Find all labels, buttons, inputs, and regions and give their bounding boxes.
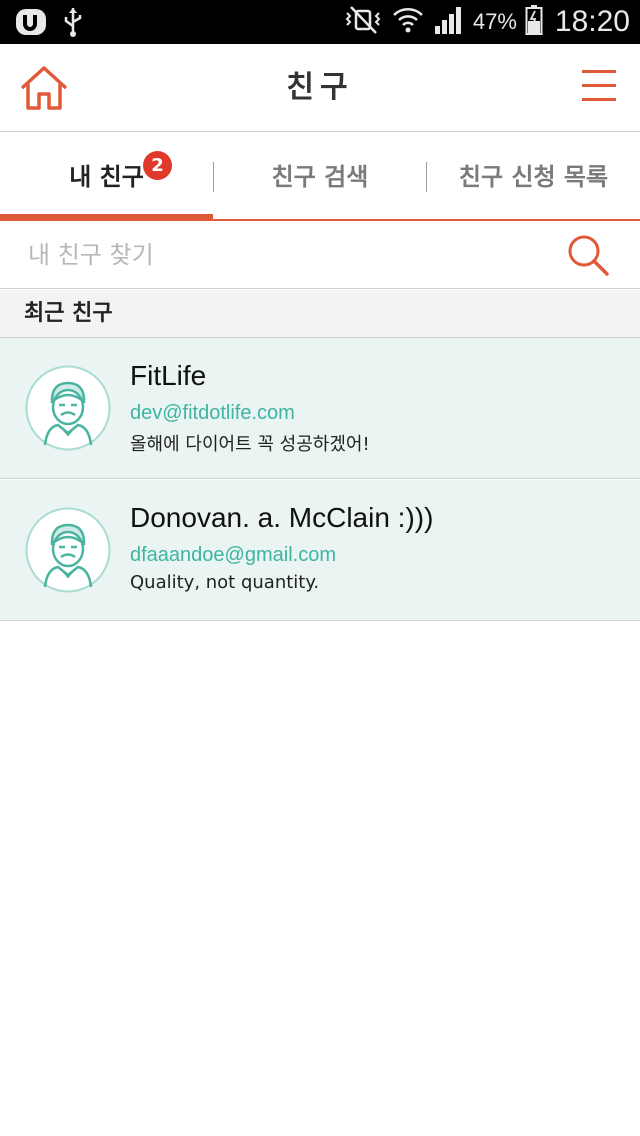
friend-email: dfaaandoe@gmail.com [130, 544, 336, 566]
page-title: 친구 [286, 70, 354, 105]
friend-list-item[interactable]: Donovan. a. McClain :))) dfaaandoe@gmail… [0, 480, 640, 621]
tab-label: 친구 신청 목록 [458, 163, 609, 191]
section-title: 최근 친구 [24, 301, 113, 326]
friend-name: FitLife [130, 360, 207, 391]
home-icon [20, 66, 68, 110]
vibrate-mute-icon [343, 5, 383, 39]
clock: 18:20 [554, 5, 630, 38]
battery-percent: 47% [472, 9, 517, 34]
friend-status-message: Quality, not quantity. [130, 572, 320, 593]
usb-icon [62, 6, 84, 42]
tab-friend-requests[interactable]: 친구 신청 목록 [427, 133, 640, 221]
section-header: 최근 친구 [0, 290, 640, 338]
battery-icon [525, 4, 543, 40]
friend-list-item[interactable]: FitLife dev@fitdotlife.com 올해에 다이어트 꼭 성공… [0, 338, 640, 479]
friend-status-message: 올해에 다이어트 꼭 성공하겠어! [130, 434, 370, 455]
search-icon [568, 235, 609, 276]
signal-icon [433, 4, 465, 40]
home-button[interactable] [18, 64, 70, 112]
search-input[interactable] [28, 235, 548, 275]
status-bar: 47% 18:20 [0, 0, 640, 44]
carrier-logo-icon [14, 6, 48, 42]
avatar-icon [25, 365, 111, 451]
active-tab-indicator [0, 214, 213, 221]
avatar-icon [25, 507, 111, 593]
app-header: 친구 [0, 44, 640, 132]
friend-name: Donovan. a. McClain :))) [130, 502, 434, 533]
tab-label: 내 친구 [69, 163, 144, 191]
search-button[interactable] [566, 233, 610, 277]
tab-label: 친구 검색 [271, 163, 369, 191]
hamburger-menu-icon [582, 70, 616, 73]
friend-search-bar [0, 221, 640, 289]
tab-bar: 내 친구 2 친구 검색 친구 신청 목록 [0, 133, 640, 221]
tab-my-friends[interactable]: 내 친구 [0, 133, 213, 221]
wifi-icon [391, 4, 425, 40]
tab-find-friends[interactable]: 친구 검색 [214, 133, 426, 221]
menu-button[interactable] [582, 70, 618, 104]
notification-badge: 2 [143, 151, 172, 180]
friend-email: dev@fitdotlife.com [130, 402, 295, 424]
